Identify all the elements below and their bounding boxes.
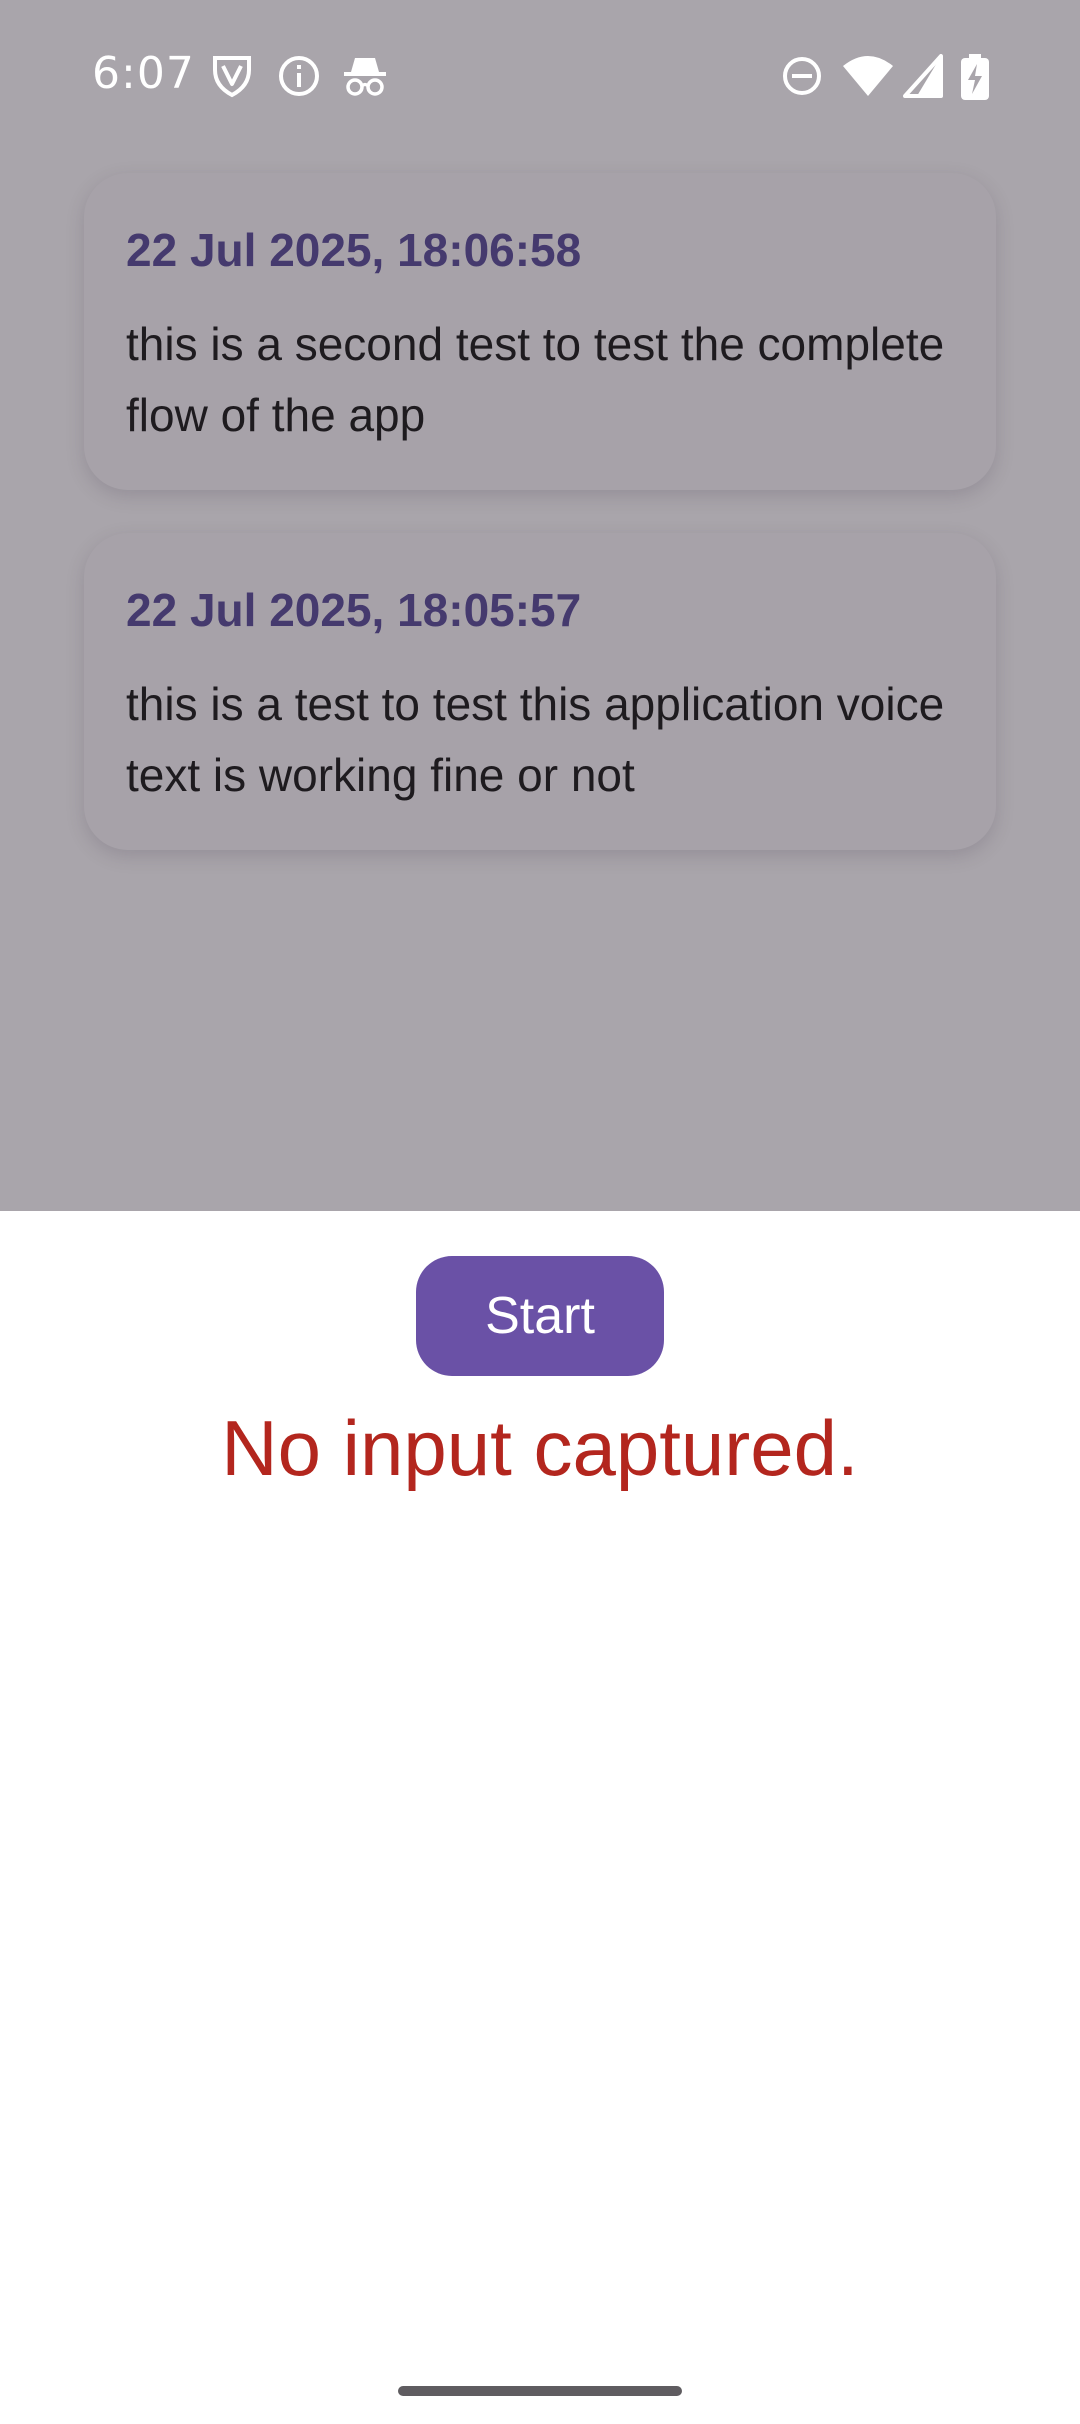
note-text: this is a test to test this application … [126, 678, 945, 801]
status-message: No input captured. [221, 1404, 859, 1492]
shield-v-icon [212, 54, 252, 98]
note-text: this is a second test to test the comple… [126, 318, 945, 441]
home-indicator[interactable] [398, 2386, 682, 2396]
note-timestamp: 22 Jul 2025, 18:05:57 [126, 584, 582, 636]
note-card[interactable]: 22 Jul 2025, 18:05:57 this is a test to … [84, 533, 996, 850]
bottom-sheet: Start No input captured. [0, 1211, 1080, 2424]
note-card[interactable]: 22 Jul 2025, 18:06:58 this is a second t… [84, 173, 996, 490]
signal-icon [903, 54, 943, 98]
status-bar: 6:07 [0, 0, 1080, 150]
start-button[interactable]: Start [416, 1256, 664, 1376]
incognito-icon [342, 54, 388, 98]
battery-charging-icon [960, 54, 990, 100]
wifi-icon [842, 54, 894, 98]
note-timestamp: 22 Jul 2025, 18:06:58 [126, 224, 582, 276]
status-time: 6:07 [92, 48, 195, 99]
do-not-disturb-icon [781, 54, 823, 98]
info-icon [277, 54, 321, 98]
